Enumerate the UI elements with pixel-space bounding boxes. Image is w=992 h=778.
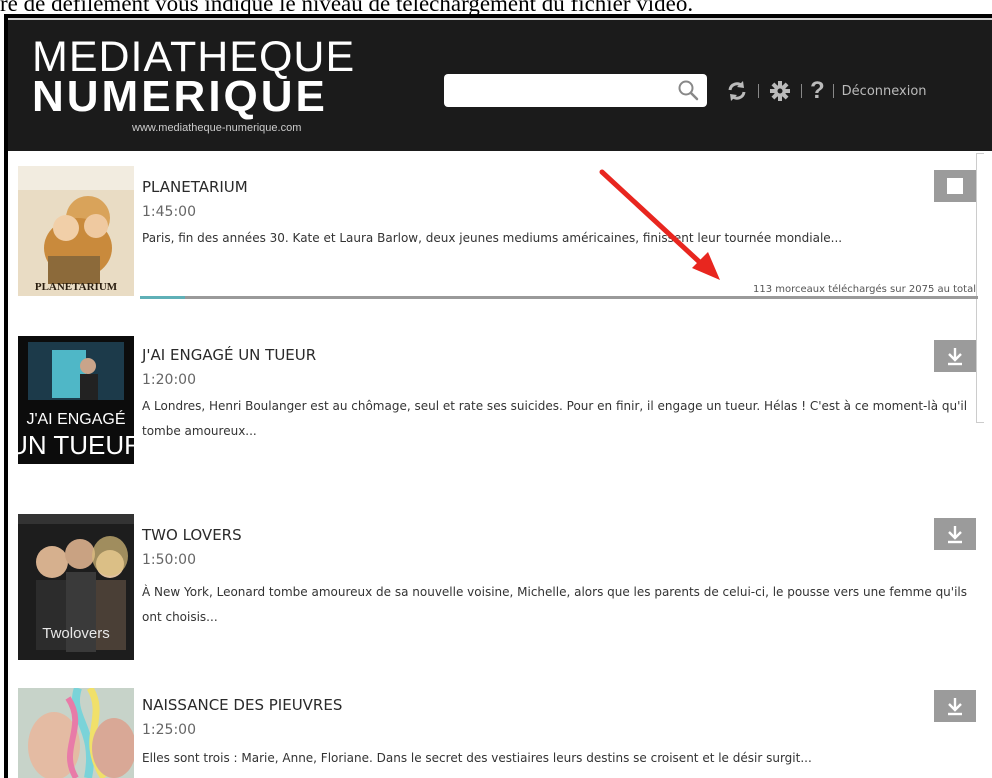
brand-logo[interactable]: MEDIATHEQUE NUMERIQUE www.mediatheque-nu… [32,34,372,144]
stop-icon [947,178,963,194]
list-item: Twolovers TWO LOVERS 1:50:00 À New York,… [8,500,980,660]
item-duration: 1:50:00 [142,552,196,568]
poster-title-text: PLANETARIUM [35,281,118,293]
help-button[interactable]: ? [810,78,825,104]
search-box [444,74,707,107]
download-icon [948,698,962,716]
item-duration: 1:25:00 [142,722,196,738]
gear-icon[interactable] [767,78,793,104]
download-progress-fill [140,296,186,299]
refresh-icon[interactable] [724,78,750,104]
toolbar-divider [758,84,759,98]
poster-title-text: Twolovers [42,625,110,642]
download-button[interactable] [934,518,976,550]
document-caption: re de défilement vous indique le niveau … [0,0,694,14]
item-title[interactable]: J'AI ENGAGÉ UN TUEUR [142,346,316,364]
item-title[interactable]: PLANETARIUM [142,178,248,196]
svg-text:J'AI ENGAGÉ: J'AI ENGAGÉ [26,409,125,428]
download-icon [948,348,962,366]
poster-planetarium[interactable]: PLANETARIUM [18,166,134,296]
search-input[interactable] [452,79,667,101]
list-item: PLANETARIUM PLANETARIUM 1:45:00 Paris, f… [8,156,980,306]
item-synopsis: Elles sont trois : Marie, Anne, Floriane… [142,751,812,765]
list-item: J'AI ENGAGÉ UN TUEUR J'AI ENGAGÉ UN TUEU… [8,326,980,486]
logo-line2: NUMERIQUE [32,72,328,121]
download-progress-bar [140,296,978,299]
toolbar-divider [801,84,802,98]
item-synopsis: A Londres, Henri Boulanger est au chômag… [142,399,968,438]
item-synopsis: À New York, Leonard tombe amoureux de sa… [142,585,968,624]
list-item: NAISSANCE DES PIEUVRES 1:25:00 Elles son… [8,680,980,778]
toolbar-divider [832,84,834,98]
stop-download-button[interactable] [934,170,976,202]
item-title[interactable]: TWO LOVERS [142,526,242,544]
logo-url: www.mediatheque-numerique.com [132,122,302,134]
logout-link[interactable]: Déconnexion [842,84,927,99]
header-toolbar: ? Déconnexion [724,76,927,106]
download-icon [948,526,962,544]
item-title[interactable]: NAISSANCE DES PIEUVRES [142,696,342,714]
item-duration: 1:20:00 [142,372,196,388]
search-icon[interactable] [677,79,699,101]
download-progress-label: 113 morceaux téléchargés sur 2075 au tot… [753,284,976,295]
svg-text:UN TUEUR: UN TUEUR [18,430,134,460]
download-button[interactable] [934,690,976,722]
item-synopsis: Paris, fin des années 30. Kate et Laura … [142,231,843,245]
download-button[interactable] [934,340,976,372]
poster-jai-engage-un-tueur[interactable]: J'AI ENGAGÉ UN TUEUR [18,336,134,464]
app-header: MEDIATHEQUE NUMERIQUE www.mediatheque-nu… [8,18,992,151]
poster-naissance-des-pieuvres[interactable] [18,688,134,778]
poster-two-lovers[interactable]: Twolovers [18,514,134,660]
item-duration: 1:45:00 [142,204,196,220]
